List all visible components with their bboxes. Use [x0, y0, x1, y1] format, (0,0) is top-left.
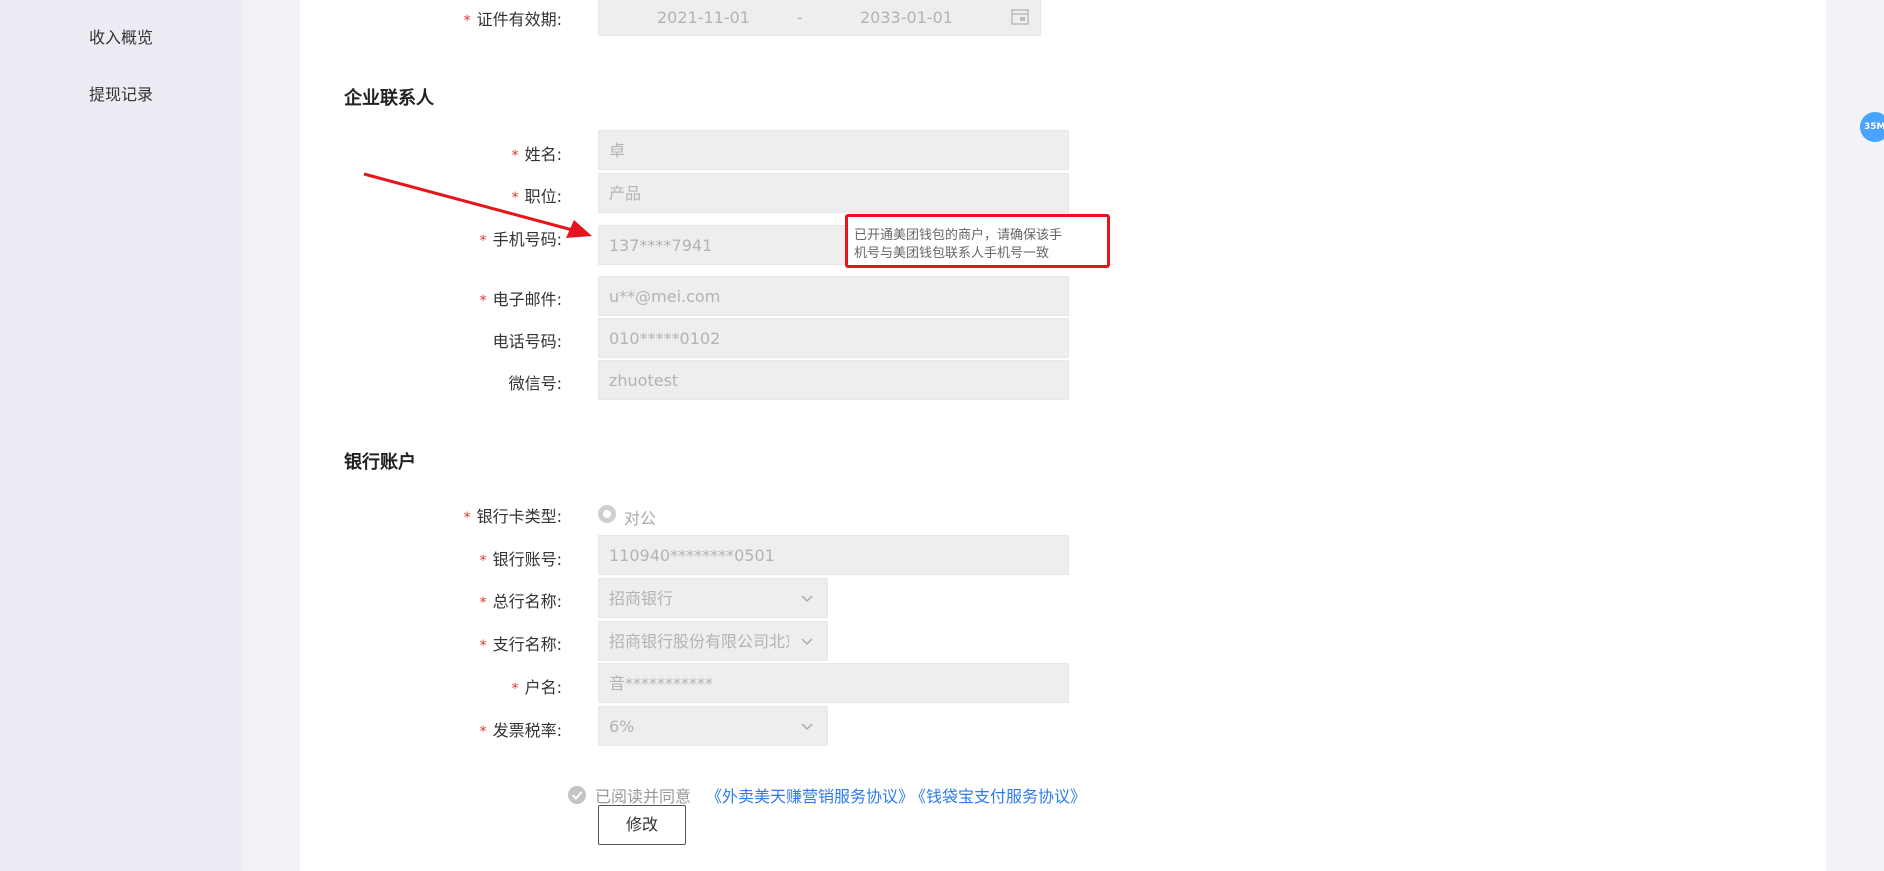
- mobile-tip-highlight: 已开通美团钱包的商户，请确保该手 机号与美团钱包联系人手机号一致: [845, 214, 1110, 268]
- card-type-option-label: 对公: [624, 509, 657, 528]
- position-field[interactable]: 产品: [598, 173, 1069, 213]
- email-label: * 电子邮件:: [479, 290, 562, 309]
- account-name-field[interactable]: 音***********: [598, 663, 1069, 703]
- branch-select[interactable]: 招商银行股份有限公司北京: [598, 621, 828, 661]
- annotation-arrow: [363, 172, 592, 238]
- date-end: 2033-01-01: [860, 8, 953, 27]
- chevron-down-icon: [801, 723, 813, 731]
- edit-button[interactable]: 修改: [598, 805, 686, 845]
- account-label: * 银行账号:: [479, 550, 562, 569]
- phone-label: 电话号码:: [492, 332, 562, 351]
- calendar-icon[interactable]: [1011, 8, 1029, 25]
- required-mark: *: [463, 13, 471, 29]
- certificate-date-range-picker[interactable]: 2021-11-01 - 2033-01-01: [598, 0, 1041, 36]
- tax-rate-value: 6%: [609, 717, 635, 736]
- wechat-field[interactable]: zhuotest: [598, 360, 1069, 400]
- chevron-down-icon: [801, 638, 813, 646]
- agreement-checkbox[interactable]: [568, 786, 586, 804]
- tax-rate-label: * 发票税率:: [479, 721, 562, 740]
- email-field[interactable]: u**@mei.com: [598, 276, 1069, 316]
- head-bank-select[interactable]: 招商银行: [598, 578, 828, 618]
- card-type-label: * 银行卡类型:: [463, 507, 562, 526]
- mobile-tip-line1: 已开通美团钱包的商户，请确保该手: [854, 228, 1063, 243]
- check-icon: [571, 791, 583, 800]
- floating-badge[interactable]: 35M: [1860, 112, 1884, 142]
- agreement-text: 已阅读并同意: [595, 787, 692, 806]
- chevron-down-icon: [801, 595, 813, 603]
- card-type-radio[interactable]: [598, 505, 616, 523]
- section-title-bank: 银行账户: [344, 452, 416, 473]
- account-field[interactable]: 110940********0501: [598, 535, 1069, 575]
- tax-rate-select[interactable]: 6%: [598, 706, 828, 746]
- branch-value: 招商银行股份有限公司北京: [609, 632, 789, 651]
- sidebar-item-income-overview[interactable]: 收入概览: [89, 24, 153, 48]
- account-name-label: * 户名:: [511, 678, 562, 697]
- head-bank-value: 招商银行: [609, 589, 674, 608]
- mobile-tip-line2: 机号与美团钱包联系人手机号一致: [854, 246, 1050, 261]
- sidebar-item-withdraw-records[interactable]: 提现记录: [89, 81, 153, 105]
- date-start: 2021-11-01: [657, 8, 750, 27]
- sidebar: 收入概览 提现记录: [0, 0, 242, 871]
- date-separator: -: [797, 8, 803, 27]
- head-bank-label: * 总行名称:: [479, 592, 562, 611]
- certificate-validity-label: * 证件有效期:: [463, 10, 562, 29]
- name-field[interactable]: 卓: [598, 130, 1069, 170]
- branch-label: * 支行名称:: [479, 635, 562, 654]
- agreement-link-marketing[interactable]: 《外卖美天赚营销服务协议》: [706, 783, 914, 807]
- name-label: * 姓名:: [511, 145, 562, 164]
- wechat-label: 微信号:: [508, 374, 562, 393]
- agreement-link-payment[interactable]: 《钱袋宝支付服务协议》: [910, 783, 1086, 807]
- phone-field[interactable]: 010*****0102: [598, 318, 1069, 358]
- section-title-contact: 企业联系人: [344, 88, 434, 109]
